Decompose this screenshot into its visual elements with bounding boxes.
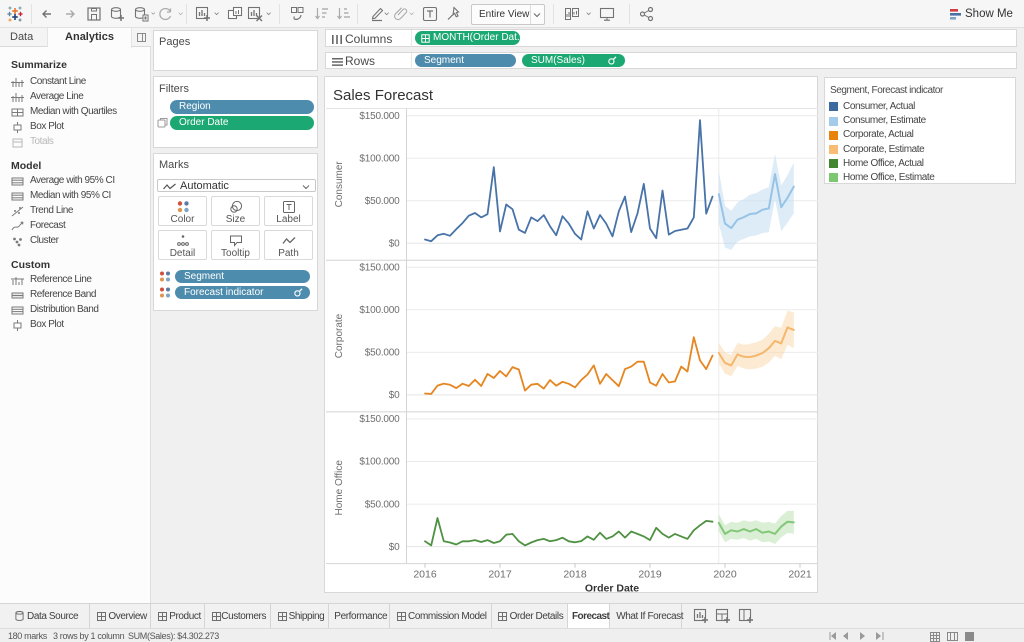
svg-text:Consumer: Consumer — [334, 161, 345, 208]
svg-text:$50.000: $50.000 — [365, 196, 400, 207]
svg-text:$0: $0 — [389, 390, 400, 401]
svg-text:$100.000: $100.000 — [359, 305, 400, 316]
svg-text:$150.000: $150.000 — [359, 414, 400, 425]
svg-text:2020: 2020 — [713, 569, 737, 581]
svg-text:$50.000: $50.000 — [365, 499, 400, 510]
svg-text:Home Office: Home Office — [334, 460, 345, 516]
svg-text:$100.000: $100.000 — [359, 457, 400, 468]
svg-text:2019: 2019 — [638, 569, 662, 581]
svg-text:2018: 2018 — [563, 569, 587, 581]
svg-text:2017: 2017 — [488, 569, 512, 581]
svg-text:Order Date: Order Date — [585, 583, 639, 594]
svg-text:Corporate: Corporate — [334, 313, 345, 358]
svg-text:$0: $0 — [389, 542, 400, 553]
svg-text:$50.000: $50.000 — [365, 348, 400, 359]
svg-text:$150.000: $150.000 — [359, 263, 400, 274]
svg-text:2021: 2021 — [788, 569, 812, 581]
svg-text:$150.000: $150.000 — [359, 111, 400, 122]
svg-text:$0: $0 — [389, 238, 400, 249]
svg-text:2016: 2016 — [413, 569, 437, 581]
svg-text:$100.000: $100.000 — [359, 153, 400, 164]
